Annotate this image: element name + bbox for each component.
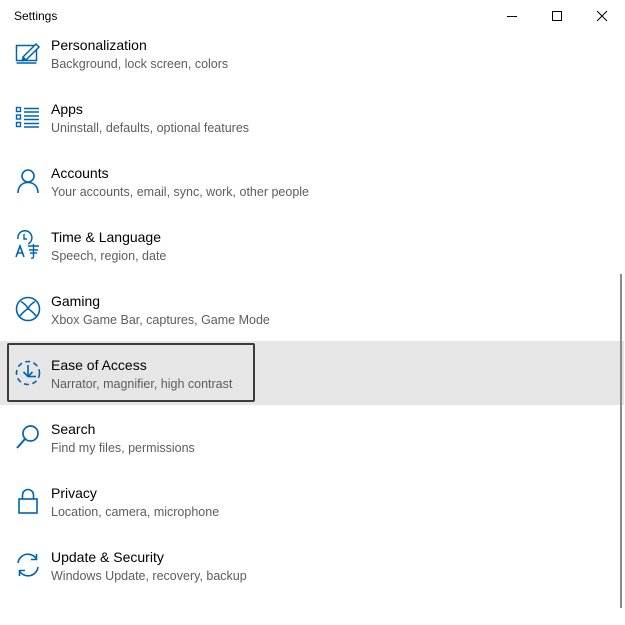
close-button[interactable] <box>579 0 625 32</box>
settings-item-label: Ease of Access <box>51 357 147 373</box>
gaming-icon <box>14 295 42 323</box>
settings-item-description: Narrator, magnifier, high contrast <box>51 377 233 391</box>
personalization-icon <box>14 39 42 67</box>
settings-item-description: Your accounts, email, sync, work, other … <box>51 185 310 199</box>
accounts-icon <box>14 167 42 195</box>
settings-item-label: Accounts <box>51 165 109 181</box>
minimize-icon <box>507 16 517 17</box>
minimize-button[interactable] <box>489 0 535 32</box>
settings-item-update-security[interactable]: Update & Security Windows Update, recove… <box>0 544 624 608</box>
update-security-icon <box>14 551 42 579</box>
settings-item-label: Update & Security <box>51 549 164 565</box>
settings-item-label: Search <box>51 421 96 437</box>
settings-item-label: Personalization <box>51 37 147 53</box>
close-icon <box>596 10 608 22</box>
settings-item-privacy[interactable]: Privacy Location, camera, microphone <box>0 480 624 544</box>
settings-item-description: Find my files, permissions <box>51 441 195 455</box>
settings-item-description: Uninstall, defaults, optional features <box>51 121 250 135</box>
vertical-scrollbar[interactable] <box>620 274 622 608</box>
apps-icon <box>14 103 42 131</box>
settings-item-personalization[interactable]: Personalization Background, lock screen,… <box>0 32 624 96</box>
settings-item-label: Apps <box>51 101 83 117</box>
title-bar[interactable]: Settings <box>0 0 625 32</box>
settings-item-time-language[interactable]: Time & Language Speech, region, date <box>0 224 624 288</box>
settings-item-description: Speech, region, date <box>51 249 167 263</box>
maximize-button[interactable] <box>534 0 580 32</box>
settings-item-description: Windows Update, recovery, backup <box>51 569 247 583</box>
settings-item-accounts[interactable]: Accounts Your accounts, email, sync, wor… <box>0 160 624 224</box>
settings-item-label: Time & Language <box>51 229 161 245</box>
settings-item-description: Location, camera, microphone <box>51 505 220 519</box>
settings-item-apps[interactable]: Apps Uninstall, defaults, optional featu… <box>0 96 624 160</box>
time-language-icon <box>14 230 42 259</box>
window-title: Settings <box>14 9 58 23</box>
settings-item-label: Gaming <box>51 293 101 309</box>
settings-item-ease-of-access[interactable]: Ease of Access Narrator, magnifier, high… <box>0 341 624 405</box>
ease-of-access-icon <box>14 359 42 387</box>
search-icon <box>14 423 42 451</box>
settings-window: Settings Personalization Background, loc… <box>0 0 625 625</box>
privacy-icon <box>14 487 42 515</box>
maximize-icon <box>552 11 562 21</box>
settings-item-description: Xbox Game Bar, captures, Game Mode <box>51 313 270 327</box>
settings-item-description: Background, lock screen, colors <box>51 57 229 71</box>
settings-item-search[interactable]: Search Find my files, permissions <box>0 416 624 480</box>
settings-item-label: Privacy <box>51 485 97 501</box>
